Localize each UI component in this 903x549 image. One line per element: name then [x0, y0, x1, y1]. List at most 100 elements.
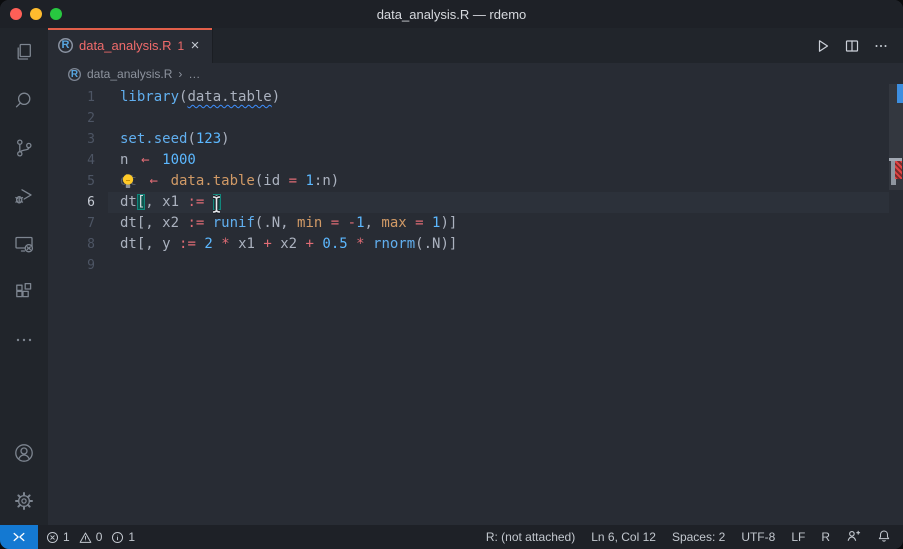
r-file-icon: R [68, 68, 81, 81]
line-number: 6 [48, 192, 95, 213]
code-token [272, 236, 280, 252]
search-icon[interactable] [0, 76, 48, 124]
code-token [204, 215, 212, 231]
settings-gear-icon[interactable] [0, 477, 48, 525]
encoding[interactable]: UTF-8 [741, 530, 775, 544]
breadcrumb-file[interactable]: data_analysis.R [87, 67, 172, 81]
code-token: ] [213, 194, 221, 210]
vscode-window: data_analysis.R — rdemo [0, 0, 903, 549]
info-icon [111, 531, 124, 544]
code-token [137, 173, 145, 189]
code-token: = [331, 215, 339, 231]
code-editor[interactable]: 1 library(data.table)23set.seed(123)4n ← … [48, 85, 903, 525]
extensions-icon[interactable] [0, 268, 48, 316]
code-token: ( [187, 131, 195, 147]
run-and-debug-icon[interactable] [0, 172, 48, 220]
cursor-position[interactable]: Ln 6, Col 12 [591, 530, 656, 544]
code-token: 1 [356, 215, 364, 231]
indentation[interactable]: Spaces: 2 [672, 530, 725, 544]
status-bar: 1 0 1 R: (not attached) Ln 6, Col 12 Spa… [0, 525, 903, 549]
breadcrumb: R data_analysis.R › … [48, 63, 903, 85]
code-token: x2 [280, 236, 305, 252]
code-token: := [187, 215, 204, 231]
code-token: := [187, 194, 204, 210]
code-token [339, 215, 347, 231]
line-content[interactable]: dt[, y := 2 * x1 + x2 + 0.5 * rnorm(.N)] [108, 234, 889, 255]
breadcrumb-more[interactable]: … [188, 67, 200, 81]
overview-ruler-info-mark [897, 84, 903, 103]
line-content[interactable]: n ← 1000 [108, 150, 889, 171]
eol-sequence[interactable]: LF [791, 530, 805, 544]
editor-area: R data_analysis.R 1 × [48, 28, 903, 525]
code-token: , x1 [145, 194, 187, 210]
code-token: )] [440, 215, 457, 231]
code-token [348, 236, 356, 252]
traffic-lights [10, 8, 62, 20]
feedback-icon[interactable] [846, 529, 861, 546]
code-token: n [120, 152, 137, 168]
code-line[interactable]: 1 library(data.table) [48, 87, 903, 108]
account-icon[interactable] [0, 429, 48, 477]
info-count: 1 [128, 530, 135, 544]
close-window-button[interactable] [10, 8, 22, 20]
r-session-status[interactable]: R: (not attached) [486, 530, 575, 544]
source-control-icon[interactable] [0, 124, 48, 172]
code-token [322, 215, 330, 231]
code-token: (.N)] [415, 236, 457, 252]
tab-close-icon[interactable]: × [186, 37, 204, 55]
code-token [154, 152, 162, 168]
code-token: + [263, 236, 271, 252]
code-line[interactable]: 7dt[, x2 := runif(.N, min = -1, max = 1)… [48, 213, 903, 234]
tab-data-analysis[interactable]: R data_analysis.R 1 × [48, 28, 213, 63]
line-content[interactable]: dt[, x2 := runif(.N, min = -1, max = 1)] [108, 213, 889, 234]
line-content[interactable]: dt[, x1 := ] [108, 192, 889, 213]
warning-icon [79, 531, 92, 544]
code-token: (.N, [255, 215, 297, 231]
remote-explorer-icon[interactable] [0, 220, 48, 268]
line-number: 5 [48, 171, 95, 192]
code-token: 1 [305, 173, 313, 189]
more-actions-button[interactable] [870, 35, 892, 57]
explorer-icon[interactable] [0, 28, 48, 76]
code-line[interactable]: 4n ← 1000 [48, 150, 903, 171]
line-content[interactable] [108, 255, 889, 276]
code-token: * [356, 236, 364, 252]
line-content[interactable]: set.seed(123) [108, 129, 889, 150]
code-token: ) [221, 131, 229, 147]
code-token [162, 173, 170, 189]
line-number: 8 [48, 234, 95, 255]
zoom-window-button[interactable] [50, 8, 62, 20]
code-token [213, 236, 221, 252]
code-line[interactable]: 8 dt[, y := 2 * x1 + x2 + 0.5 * rnorm(.N)… [48, 234, 903, 255]
code-line[interactable]: 2 [48, 108, 903, 129]
r-file-icon: R [58, 38, 73, 53]
line-number: 1 [48, 87, 95, 108]
more-views-icon[interactable] [0, 316, 48, 364]
code-token: 1000 [162, 152, 196, 168]
code-line[interactable]: 5 dt ← data.table(id = 1:n) [48, 171, 903, 192]
code-token: (id [255, 173, 289, 189]
line-content[interactable]: library(data.table) [108, 87, 889, 108]
language-mode[interactable]: R [821, 530, 830, 544]
code-token: , [365, 215, 382, 231]
problems-summary[interactable]: 1 0 1 [38, 530, 140, 544]
notifications-bell-icon[interactable] [877, 529, 891, 546]
code-line[interactable]: 9 [48, 255, 903, 276]
line-content[interactable]: dt ← data.table(id = 1:n) [108, 171, 889, 192]
code-token: :n) [314, 173, 339, 189]
code-token: ← [145, 171, 162, 192]
tab-bar: R data_analysis.R 1 × [48, 28, 903, 63]
code-token: max [381, 215, 406, 231]
minimize-window-button[interactable] [30, 8, 42, 20]
line-content[interactable] [108, 108, 889, 129]
code-line[interactable]: 3set.seed(123) [48, 129, 903, 150]
code-line[interactable]: 6 dt[, x1 := ] [48, 192, 903, 213]
split-editor-button[interactable] [841, 35, 863, 57]
code-token: dt[, y [120, 236, 179, 252]
remote-indicator[interactable] [0, 525, 38, 549]
run-button[interactable] [812, 35, 834, 57]
code-token: 0.5 [322, 236, 347, 252]
code-token: ) [272, 89, 280, 105]
code-token: set.seed [120, 131, 187, 147]
error-count: 1 [63, 530, 70, 544]
